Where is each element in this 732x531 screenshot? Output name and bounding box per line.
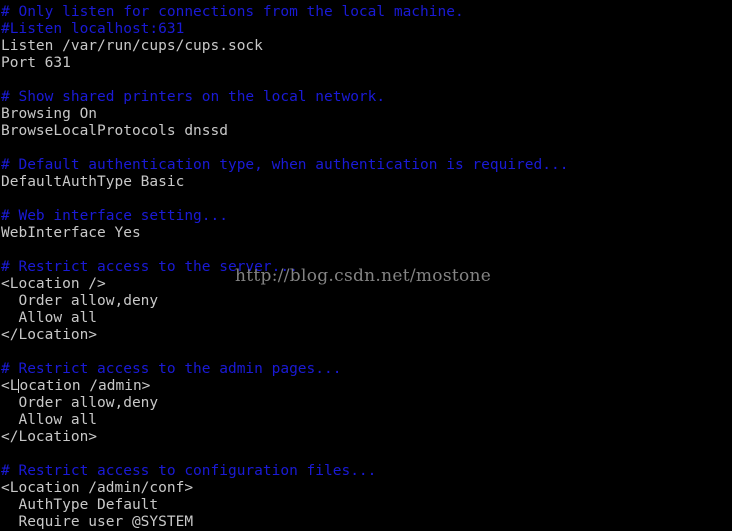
config-line: Order allow,deny (1, 293, 159, 309)
config-comment-line: # Show shared printers on the local netw… (1, 89, 386, 105)
line-text-after-cursor: ocation /admin> (19, 378, 151, 394)
watermark: http://blog.csdn.net/mostone (235, 266, 492, 286)
config-line: AuthType Default (1, 497, 159, 513)
config-line: BrowseLocalProtocols dnssd (1, 123, 228, 139)
config-comment-line: # Restrict access to configuration files… (1, 463, 377, 479)
line-text-before-cursor: <L (1, 378, 19, 394)
config-line: Order allow,deny (1, 395, 159, 411)
config-line: Browsing On (1, 106, 98, 122)
config-line: <Location /> (1, 276, 106, 292)
config-line: Allow all (1, 310, 98, 326)
config-line: <Location /admin> (1, 378, 150, 395)
config-line: Port 631 (1, 55, 71, 71)
config-line: Allow all (1, 412, 98, 428)
config-comment-line: # Web interface setting... (1, 208, 228, 224)
config-line: <Location /admin/conf> (1, 480, 194, 496)
config-comment-line: #Listen localhost:631 (1, 21, 185, 37)
config-comment-line: # Only listen for connections from the l… (1, 4, 464, 20)
config-line: Listen /var/run/cups/cups.sock (1, 38, 263, 54)
config-line: </Location> (1, 327, 98, 343)
terminal-window[interactable]: # Only listen for connections from the l… (0, 0, 732, 531)
config-comment-line: # Restrict access to the admin pages... (1, 361, 342, 377)
config-comment-line: # Default authentication type, when auth… (1, 157, 569, 173)
config-line: Require user @SYSTEM (1, 514, 194, 530)
config-line: DefaultAuthType Basic (1, 174, 185, 190)
config-line: </Location> (1, 429, 98, 445)
config-line: WebInterface Yes (1, 225, 141, 241)
